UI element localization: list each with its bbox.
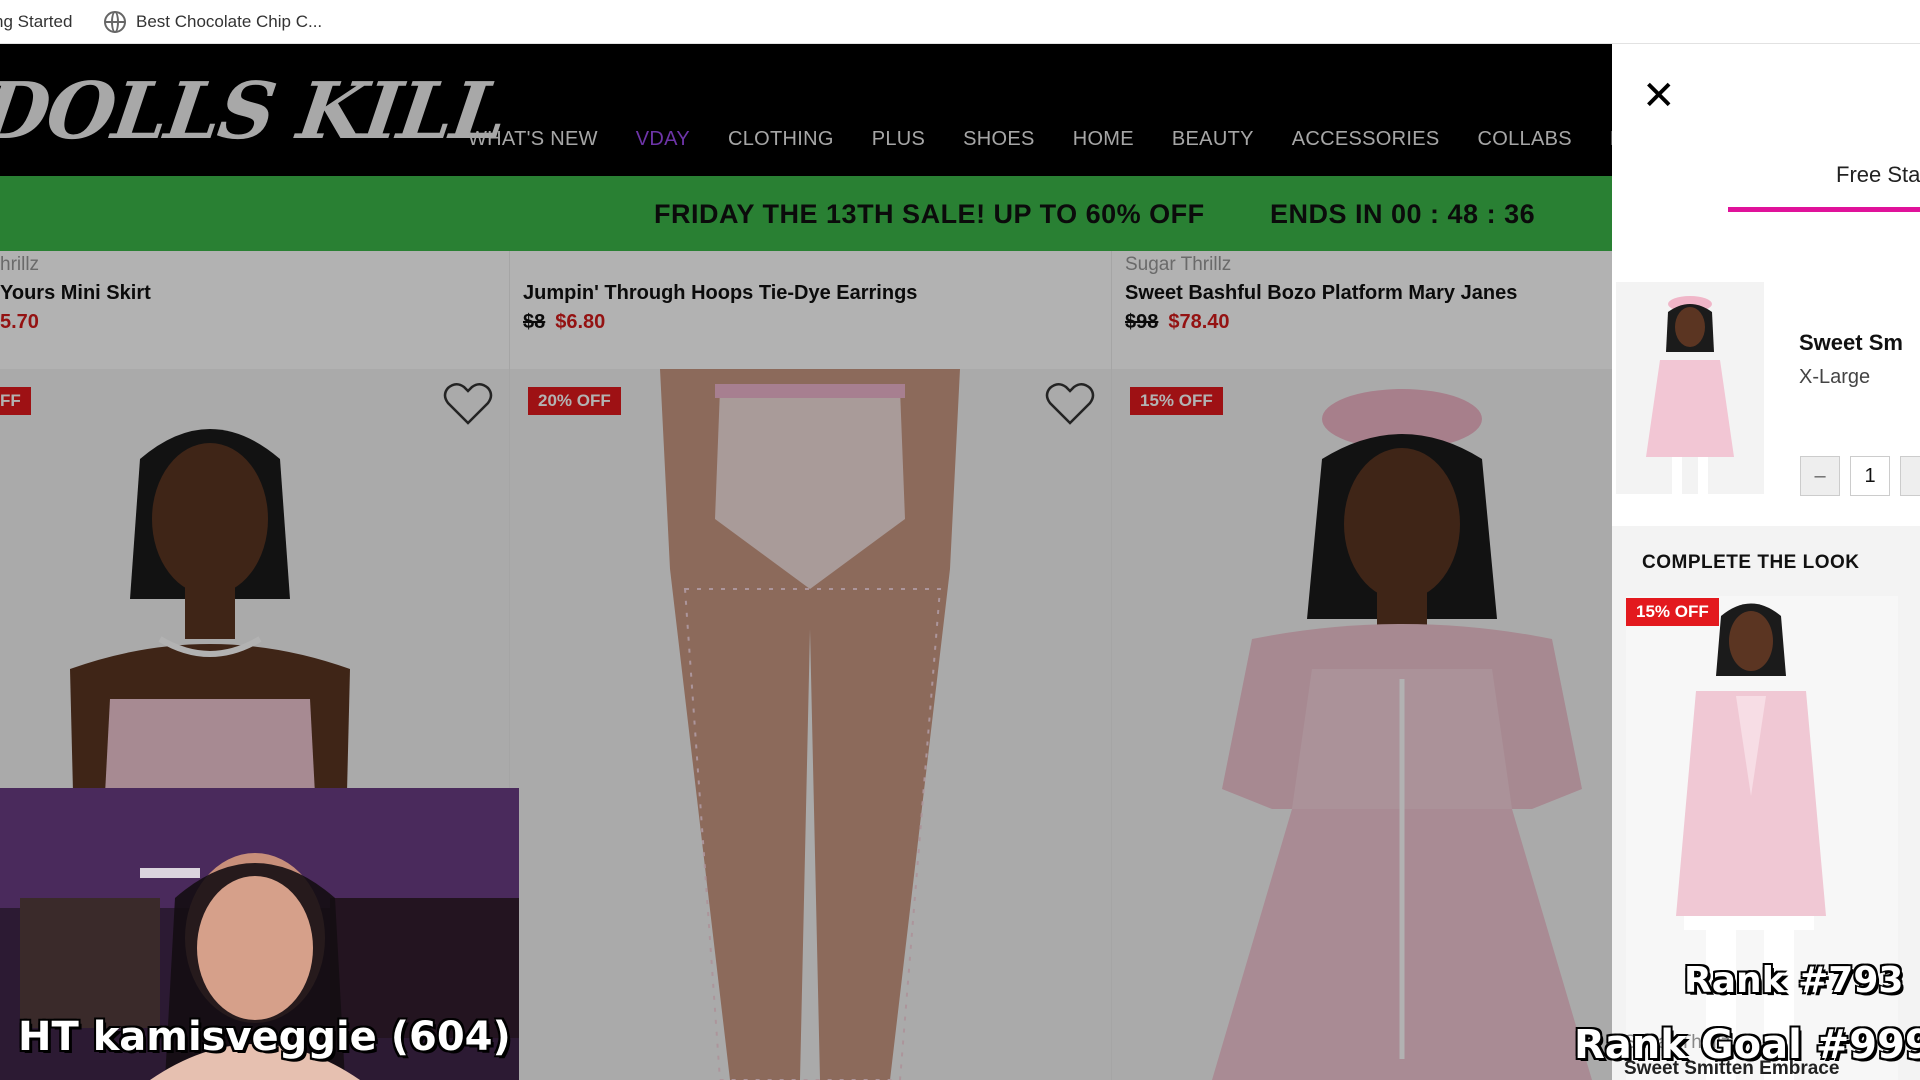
complete-the-look-title: COMPLETE THE LOOK xyxy=(1642,552,1860,573)
bookmark-getting-started[interactable]: ng Started xyxy=(0,0,72,44)
cart-drawer: ✕ Free Sta Sweet Sm X-Large – 1 COMPLETE… xyxy=(1612,44,1920,1080)
qty-input[interactable]: 1 xyxy=(1850,456,1890,496)
stream-rank-goal: Rank Goal #999 xyxy=(1574,1022,1920,1068)
bookmark-chocolate-chip[interactable]: Best Chocolate Chip C... xyxy=(104,0,322,44)
bookmark-label: Best Chocolate Chip C... xyxy=(136,11,323,31)
jacket-illustration xyxy=(1626,596,1898,1080)
complete-look-image[interactable] xyxy=(1626,596,1898,1080)
webcam-caption: HT kamisveggie (604) xyxy=(18,1014,511,1060)
globe-icon xyxy=(104,10,126,33)
thumbnail-illustration xyxy=(1616,282,1764,494)
bookmarks-bar: ng Started Best Chocolate Chip C... xyxy=(0,0,1920,44)
cart-item-name[interactable]: Sweet Sm xyxy=(1799,330,1903,356)
free-shipping-progress xyxy=(1728,207,1920,212)
qty-plus-button[interactable] xyxy=(1900,456,1920,496)
bookmark-label: ng Started xyxy=(0,11,73,31)
cart-item-size: X-Large xyxy=(1799,366,1871,388)
discount-badge: 15% OFF xyxy=(1626,598,1719,626)
close-icon[interactable]: ✕ xyxy=(1642,76,1676,116)
webcam-overlay: HT kamisveggie (604) xyxy=(0,788,519,1080)
stream-rank: Rank #793 xyxy=(1684,960,1904,1001)
free-shipping-text: Free Sta xyxy=(1836,162,1920,187)
cart-item-thumbnail[interactable] xyxy=(1616,282,1764,494)
qty-minus-button[interactable]: – xyxy=(1800,456,1840,496)
